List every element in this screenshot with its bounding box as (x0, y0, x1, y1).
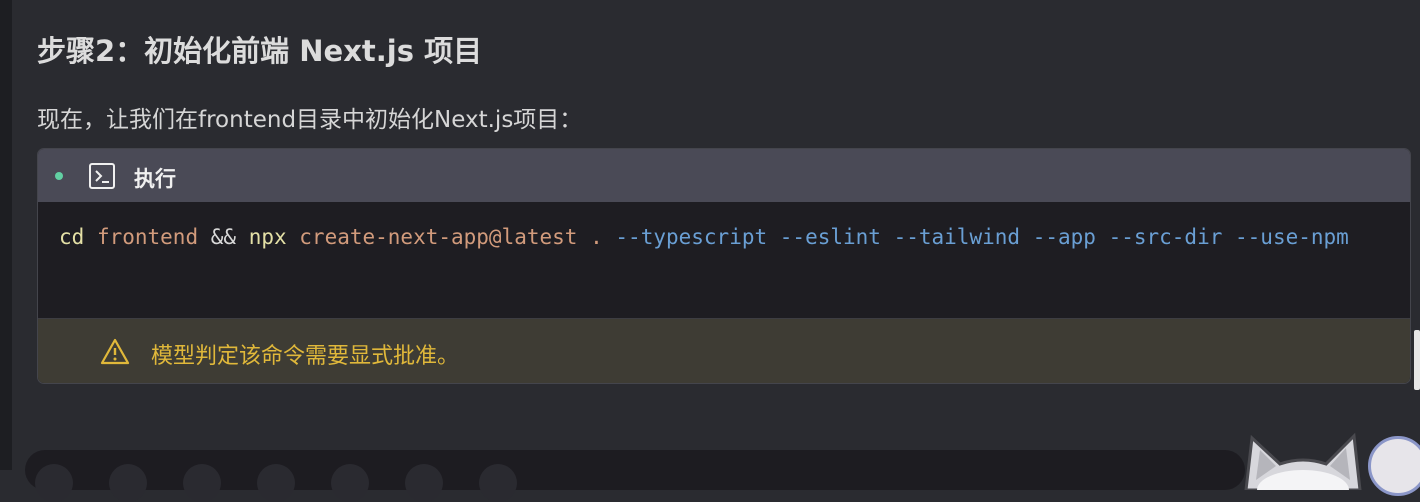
command-token-flag: --use-npm (1235, 225, 1349, 249)
command-token-op (287, 225, 300, 249)
command-token-op (1096, 225, 1109, 249)
command-token-flag: --app (1032, 225, 1096, 249)
command-token-op (767, 225, 780, 249)
tool-card-header[interactable]: 执行 (38, 149, 1410, 202)
cat-mascot-icon[interactable] (1238, 430, 1368, 490)
command-token-flag: --typescript (615, 225, 768, 249)
approval-warning: 模型判定该命令需要显式批准。 (38, 319, 1410, 383)
user-avatar[interactable] (1368, 436, 1420, 496)
command-token-op (577, 225, 590, 249)
terminal-icon (89, 163, 115, 189)
bottom-toolbar (25, 450, 1245, 502)
command-code-block: cd frontend && npx create-next-app@lates… (38, 202, 1410, 318)
step-description: 现在，让我们在frontend目录中初始化Next.js项目： (37, 107, 583, 133)
command-token-op (84, 225, 97, 249)
command-token-flag: --tailwind (893, 225, 1021, 249)
left-edge-panel (0, 0, 12, 470)
warning-message: 模型判定该命令需要显式批准。 (151, 344, 460, 369)
command-token-cmd: cd (59, 225, 85, 249)
step-heading: 步骤2：初始化前端 Next.js 项目 (37, 34, 483, 68)
command-token-op (1222, 225, 1235, 249)
tool-card-title: 执行 (134, 167, 176, 191)
command-token-op (603, 225, 616, 249)
execute-tool-card: 执行 cd frontend && npx create-next-app@la… (37, 148, 1411, 384)
warning-icon (100, 338, 130, 365)
command-token-flag: --eslint (779, 225, 881, 249)
scrollbar-thumb[interactable] (1414, 330, 1420, 390)
command-token-arg: frontend (96, 225, 199, 249)
command-text: cd frontend && npx create-next-app@lates… (59, 222, 1389, 253)
command-token-arg: create-next-app@latest (299, 225, 578, 249)
command-token-op (881, 225, 894, 249)
command-token-op (1020, 225, 1033, 249)
status-dot-icon (55, 172, 63, 180)
chat-content: 步骤2：初始化前端 Next.js 项目 现在，让我们在frontend目录中初… (12, 0, 1420, 470)
command-token-flag: --src-dir (1108, 225, 1223, 249)
command-token-arg: . (590, 225, 603, 249)
command-token-cmd: npx (248, 225, 287, 249)
command-token-op: && (198, 225, 249, 249)
